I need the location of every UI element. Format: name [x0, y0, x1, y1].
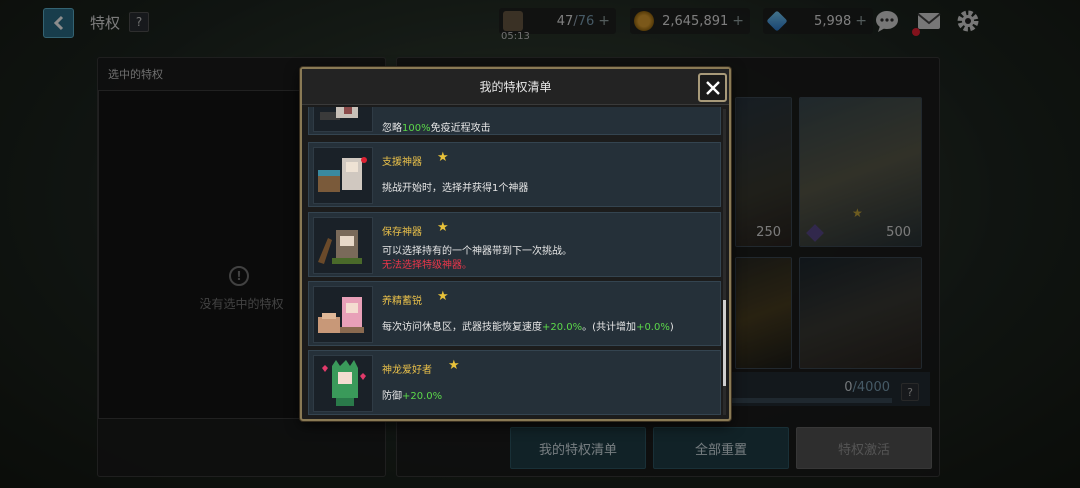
- perk-portrait: [313, 355, 373, 412]
- armored-hero-portrait-icon: [320, 107, 358, 120]
- star-icon: ★: [448, 358, 460, 373]
- perk-description: 挑战开始时，选择并获得1个神器: [382, 183, 529, 194]
- perk-item[interactable]: 保存神器 ★ 可以选择持有的一个神器带到下一次挑战。 无法选择特级神器。: [308, 212, 721, 277]
- perk-list[interactable]: 忽略100%免疫近程攻击 支援神器 ★ 挑战开始时，选择并获得1个神器 保存神器…: [308, 107, 721, 417]
- perk-portrait: [313, 217, 373, 274]
- perk-list-modal: 我的特权清单 忽略100%免疫近程攻击 支援神器 ★ 挑战开始时，选择并获得1个…: [300, 67, 731, 421]
- perk-item[interactable]: 支援神器 ★ 挑战开始时，选择并获得1个神器: [308, 142, 721, 207]
- perk-description: 可以选择持有的一个神器带到下一次挑战。: [382, 246, 572, 257]
- perk-name: 支援神器: [382, 157, 422, 168]
- star-icon: ★: [437, 150, 449, 165]
- perk-item[interactable]: 忽略100%免疫近程攻击: [308, 107, 721, 135]
- close-icon: [705, 80, 720, 95]
- perk-portrait: [313, 107, 373, 132]
- perk-description: 每次访问休息区，武器技能恢复速度+20.0%。(共计增加+0.0%): [382, 322, 674, 333]
- perk-item[interactable]: 养精蓄锐 ★ 每次访问休息区，武器技能恢复速度+20.0%。(共计增加+0.0%…: [308, 281, 721, 346]
- star-icon: ★: [437, 220, 449, 235]
- perk-name: 神龙爱好者: [382, 365, 432, 376]
- perk-name: 保存神器: [382, 227, 422, 238]
- perk-item[interactable]: 神龙爱好者 ★ 防御+20.0%: [308, 350, 721, 415]
- hooded-mage-portrait-icon: [318, 230, 362, 264]
- perk-list-scrollbar[interactable]: [723, 109, 726, 415]
- perk-description: 防御+20.0%: [382, 391, 443, 402]
- star-icon: ★: [437, 289, 449, 304]
- perk-warning: 无法选择特级神器。: [382, 260, 472, 271]
- perk-portrait: [313, 147, 373, 204]
- dragon-costume-portrait-icon: [322, 360, 366, 406]
- scrollbar-thumb[interactable]: [723, 300, 726, 386]
- artifact-chest-portrait-icon: [318, 157, 367, 192]
- resting-girl-portrait-icon: [318, 297, 364, 333]
- close-button[interactable]: [698, 73, 727, 102]
- perk-description: 忽略100%免疫近程攻击: [382, 123, 491, 134]
- perk-name: 养精蓄锐: [382, 296, 422, 307]
- modal-title: 我的特权清单: [302, 69, 729, 105]
- perk-portrait: [313, 286, 373, 343]
